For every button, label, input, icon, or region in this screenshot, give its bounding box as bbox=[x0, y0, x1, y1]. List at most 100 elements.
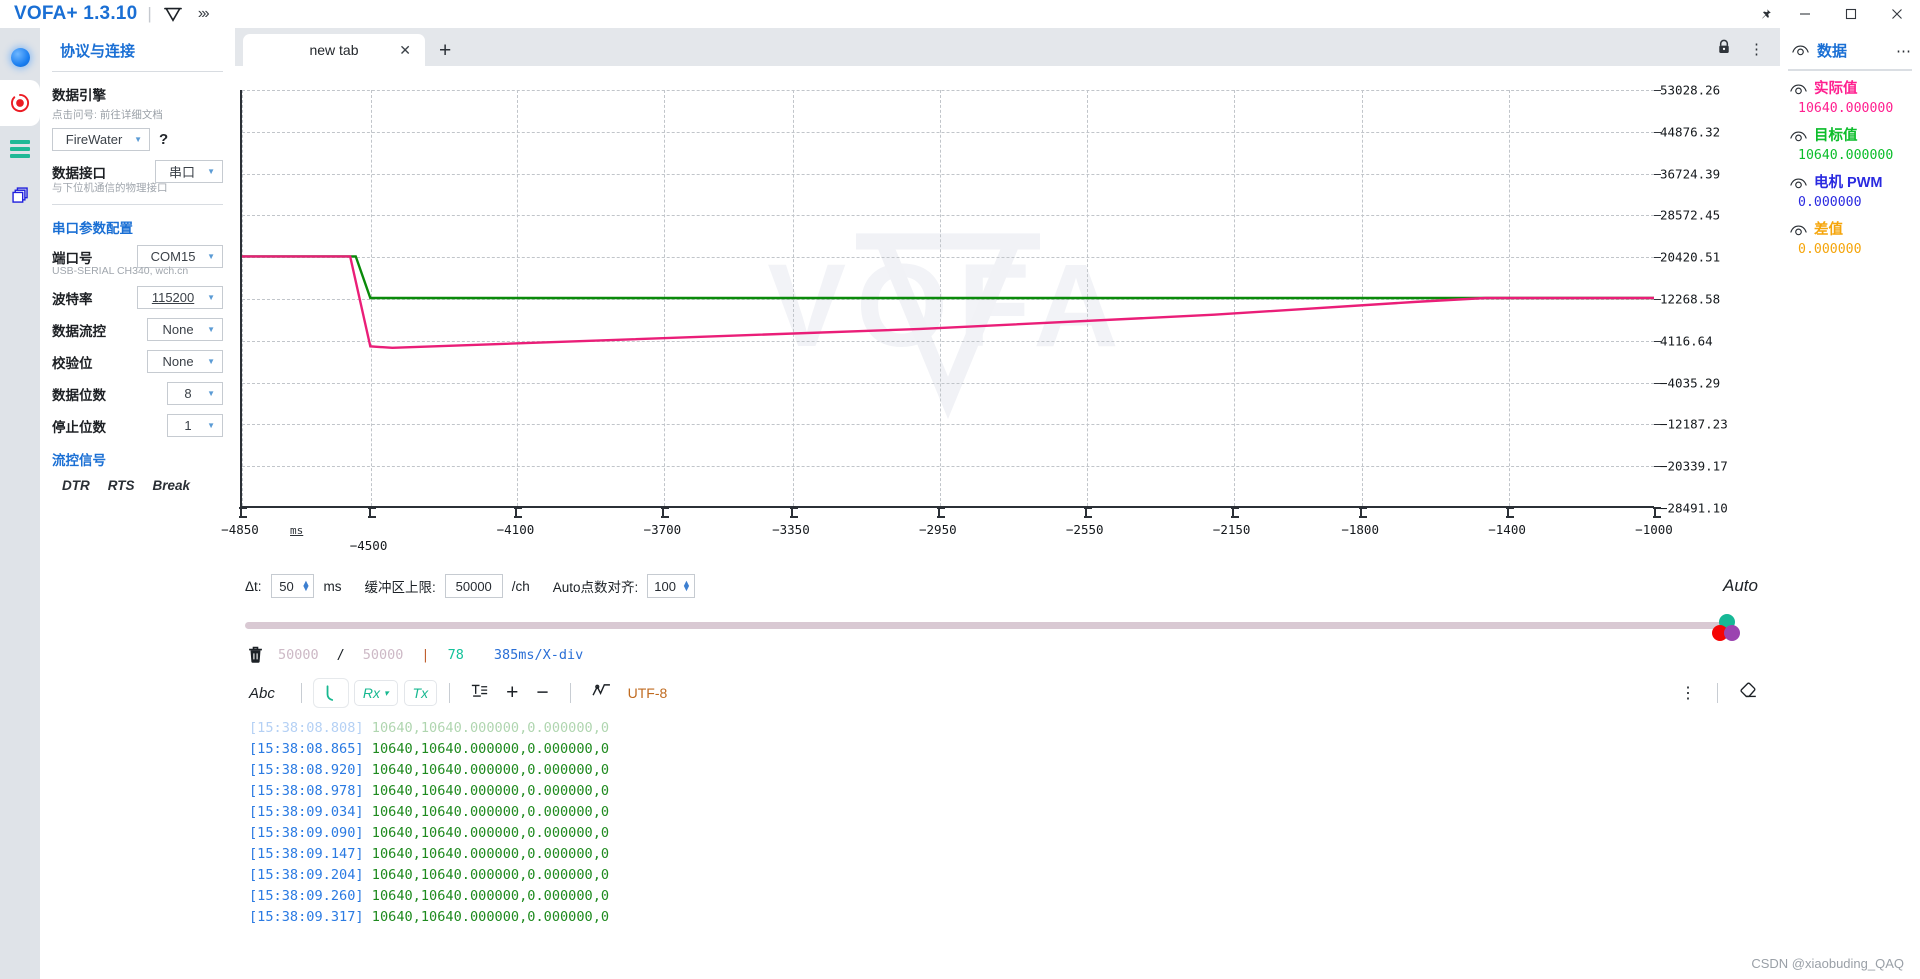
chevron-down-icon: ▼ bbox=[134, 135, 142, 144]
flow-select[interactable]: None ▼ bbox=[147, 318, 223, 341]
waveform-icon[interactable] bbox=[592, 683, 611, 703]
data-item[interactable]: 电机 PWM 0.000000 bbox=[1788, 175, 1912, 222]
dt-value: 50 bbox=[279, 578, 294, 594]
close-icon[interactable]: ✕ bbox=[399, 42, 411, 59]
maximize-icon[interactable] bbox=[1828, 0, 1874, 28]
text-format-icon[interactable] bbox=[471, 683, 488, 704]
rts-button[interactable]: RTS bbox=[108, 478, 135, 493]
slider-track[interactable] bbox=[245, 622, 1725, 629]
pin-icon[interactable] bbox=[1748, 0, 1782, 28]
port-value: COM15 bbox=[150, 249, 196, 264]
record-button[interactable] bbox=[0, 80, 40, 126]
flow-signal-buttons: DTR RTS Break bbox=[52, 472, 223, 493]
databits-row: 数据位数 8 ▼ bbox=[52, 382, 223, 405]
x-axis: −4850 −4500 −4100 −3700 −3350 −2950 −2550 −2150… bbox=[221, 507, 1673, 568]
x-axis-tick-label: −3700 bbox=[643, 522, 682, 537]
panel-title: 协议与连接 bbox=[60, 43, 136, 60]
close-icon[interactable] bbox=[1874, 0, 1920, 28]
main-area: new tab ✕ + ⋮ VOFA 53028.26 44876.32 367… bbox=[221, 28, 1780, 979]
y-axis-tick-label: 36724.39 bbox=[1660, 166, 1721, 182]
dtr-button[interactable]: DTR bbox=[62, 478, 90, 493]
x-axis-tick bbox=[239, 507, 247, 518]
kebab-menu-icon[interactable]: ⋮ bbox=[1680, 683, 1696, 703]
tx-label: Tx bbox=[412, 685, 429, 701]
chevron-down-icon: ▼ bbox=[207, 252, 215, 261]
console-timestamp: [15:38:09.260] bbox=[249, 888, 364, 904]
app-brand: VOFA+ 1.3.10 bbox=[14, 3, 138, 24]
break-button[interactable]: Break bbox=[153, 478, 191, 493]
tx-button[interactable]: Tx bbox=[403, 680, 438, 706]
buffer-value: 50000 bbox=[455, 578, 492, 594]
chevron-down-icon: ▼ bbox=[207, 325, 215, 334]
series-line bbox=[242, 256, 1654, 347]
data-item[interactable]: 目标值 10640.000000 bbox=[1788, 128, 1912, 175]
data-item-value: 0.000000 bbox=[1798, 195, 1862, 210]
y-axis-tick-label: −12187.23 bbox=[1660, 416, 1728, 432]
console-payload: 10640,10640.000000,0.000000,0 bbox=[363, 762, 610, 778]
console-payload: 10640,10640.000000,0.000000,0 bbox=[363, 825, 610, 841]
dt-stepper[interactable]: 50 ▲ ▼ bbox=[270, 574, 315, 598]
rx-label: Rx bbox=[362, 685, 380, 701]
connection-status-indicator[interactable] bbox=[0, 34, 40, 80]
tab-new-tab[interactable]: new tab ✕ bbox=[243, 34, 425, 66]
chart-panel: VOFA 53028.26 44876.32 36724.39 28572.45 204… bbox=[221, 66, 1780, 664]
eye-icon[interactable] bbox=[1790, 83, 1807, 96]
spinner-arrows-icon[interactable]: ▲ ▼ bbox=[302, 579, 314, 593]
console-output[interactable]: [15:38:08.808] 10640,10640.000000,0.0000… bbox=[235, 714, 1780, 979]
vofa-v-logo-icon bbox=[162, 5, 184, 23]
chevron-down-icon: ▼ bbox=[207, 357, 215, 366]
kebab-horizontal-icon[interactable]: ⋯ bbox=[1896, 42, 1912, 60]
font-button[interactable]: Abc bbox=[249, 685, 275, 702]
chevron-down-icon: ▼ bbox=[207, 421, 215, 430]
minimize-icon[interactable] bbox=[1782, 0, 1828, 28]
hook-curve-icon[interactable] bbox=[313, 679, 348, 707]
chevron-triple-right-icon[interactable]: ››› bbox=[198, 5, 210, 23]
databits-select[interactable]: 8 ▼ bbox=[167, 382, 223, 405]
channels-button[interactable] bbox=[0, 126, 40, 172]
stopbits-select[interactable]: 1 ▼ bbox=[167, 414, 223, 437]
layers-button[interactable] bbox=[0, 172, 40, 218]
buffer-input[interactable]: 50000 bbox=[444, 574, 503, 598]
rx-dropdown[interactable]: Rx ▾ bbox=[353, 680, 398, 706]
copy-layers-icon bbox=[10, 185, 31, 206]
baud-select[interactable]: 115200 ▼ bbox=[137, 286, 223, 309]
console-payload: 10640,10640.000000,0.000000,0 bbox=[363, 804, 610, 820]
data-engine-select[interactable]: FireWater ▼ bbox=[52, 128, 150, 151]
divider bbox=[52, 71, 223, 72]
plus-icon[interactable]: + bbox=[439, 39, 451, 66]
data-item[interactable]: 实际值 10640.000000 bbox=[1788, 81, 1912, 128]
kebab-menu-icon[interactable]: ⋮ bbox=[1731, 40, 1780, 66]
plus-icon[interactable]: + bbox=[506, 681, 518, 705]
data-panel-header: 数据 ⋯ bbox=[1788, 28, 1912, 69]
eraser-icon[interactable] bbox=[1739, 682, 1759, 704]
timeline-slider[interactable] bbox=[245, 614, 1755, 641]
plot-area[interactable]: VOFA bbox=[240, 90, 1654, 508]
x-axis-tick bbox=[1506, 507, 1515, 518]
chevron-down-icon: ▼ bbox=[207, 167, 215, 176]
encoding-label[interactable]: UTF-8 bbox=[628, 685, 668, 701]
help-button[interactable]: ? bbox=[159, 131, 168, 148]
eye-icon[interactable] bbox=[1790, 177, 1807, 190]
data-item[interactable]: 差值 0.000000 bbox=[1788, 222, 1912, 269]
align-stepper[interactable]: 100 ▲ ▼ bbox=[647, 574, 695, 598]
x-axis-tick bbox=[367, 507, 376, 518]
auto-button[interactable]: Auto bbox=[1723, 576, 1758, 596]
eye-icon[interactable] bbox=[1790, 224, 1807, 237]
parity-select[interactable]: None ▼ bbox=[147, 350, 223, 373]
lock-icon[interactable] bbox=[1717, 39, 1731, 66]
console-line: [15:38:08.920] 10640,10640.000000,0.0000… bbox=[249, 760, 1780, 781]
trash-icon[interactable] bbox=[247, 646, 264, 664]
spinner-arrows-icon[interactable]: ▲ ▼ bbox=[682, 579, 694, 593]
console-payload: 10640,10640.000000,0.000000,0 bbox=[363, 846, 610, 862]
dt-label: Δt: bbox=[245, 578, 262, 594]
settings-panel: 协议与连接 数据引擎 点击问号: 前往详细文档 FireWater ▼ ? 数据… bbox=[40, 28, 235, 979]
title-separator: | bbox=[147, 4, 152, 23]
serial-config-heading: 串口参数配置 bbox=[52, 221, 133, 236]
eye-icon[interactable] bbox=[1790, 130, 1807, 143]
eye-icon[interactable] bbox=[1792, 44, 1809, 57]
minus-icon[interactable]: − bbox=[536, 681, 548, 705]
data-item-label: 实际值 bbox=[1814, 81, 1858, 97]
console-timestamp: [15:38:08.920] bbox=[249, 762, 364, 778]
console-line: [15:38:09.090] 10640,10640.000000,0.0000… bbox=[249, 823, 1780, 844]
console-timestamp: [15:38:08.808] bbox=[249, 720, 364, 736]
